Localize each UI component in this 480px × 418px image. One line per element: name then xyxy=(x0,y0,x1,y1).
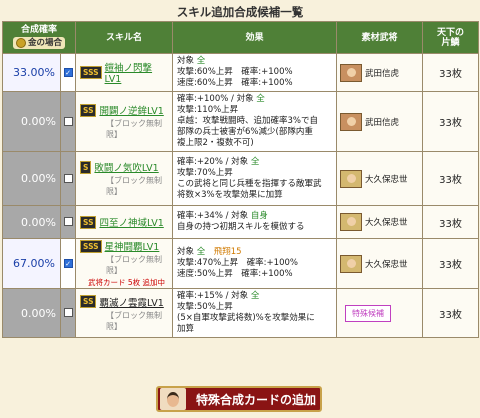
count-header: 天下の 片鱗 xyxy=(422,21,480,54)
rank-badge: SS xyxy=(80,103,97,117)
gold-toggle[interactable]: 金の場合 xyxy=(13,36,66,49)
general-portrait xyxy=(340,254,363,273)
count-cell: 33枚 xyxy=(422,151,480,206)
count-cell: 33枚 xyxy=(422,238,480,289)
skill-note: 【ブロック無制限】 xyxy=(106,310,163,331)
material-name: 大久保忠世 xyxy=(365,259,408,270)
skill-note: 【ブロック無制限】 xyxy=(106,119,163,139)
skill-cell: S 敗闘ノ気吹LV1 【ブロック無制限】 xyxy=(75,151,174,206)
rate-cell: 0.00% xyxy=(2,288,61,338)
material-cell: 特殊候補 xyxy=(336,288,424,338)
material-name: 武田信虎 xyxy=(365,68,400,79)
add-special-card-button[interactable]: 特殊合成カードの追加 xyxy=(156,386,322,412)
skill-name-link[interactable]: 覇滅ノ雲霞LV1 xyxy=(99,295,163,309)
skill-cell: SSS 星神闘覇LV1 【ブロック無制限】 武将カード 5枚 追加中 xyxy=(75,238,174,289)
material-cell: 武田信虎 xyxy=(336,91,424,152)
candidate-table: 合成確率 金の場合 スキル名 効果 素材武将 天下の 片鱗 33.00% ✓ SSS… xyxy=(1,21,480,338)
card-added-note: 武将カード 5枚 追加中 xyxy=(88,278,166,287)
rate-cell: 0.00% xyxy=(2,205,61,239)
select-checkbox[interactable] xyxy=(63,308,73,317)
select-checkbox[interactable] xyxy=(63,173,73,183)
skill-name-link[interactable]: 開闢ノ逆鉾LV1 xyxy=(99,103,163,117)
rank-badge: SS xyxy=(80,295,97,308)
material-name: 武田信虎 xyxy=(365,117,400,128)
skill-cell: SS 四至ノ神域LV1 xyxy=(75,205,174,239)
effect-header: 効果 xyxy=(172,21,338,54)
skill-name-link[interactable]: 敗闘ノ気吹LV1 xyxy=(94,160,158,174)
general-portrait xyxy=(340,63,363,82)
card-portrait-icon xyxy=(160,388,186,410)
general-portrait xyxy=(340,213,363,231)
skill-note: 【ブロック無制限】 xyxy=(106,176,163,196)
count-cell: 33枚 xyxy=(422,91,480,152)
skill-name-link[interactable]: 鎧袖ノ閃撃LV1 xyxy=(105,60,168,85)
table-row: 0.00% SS 覇滅ノ雲霞LV1 【ブロック無制限】 確率:+15% / 対象 … xyxy=(2,288,480,338)
select-checkbox[interactable] xyxy=(63,116,73,126)
table-row: 0.00% SS 四至ノ神域LV1 確率:+34% / 対象 自身 自身の持つ初期ス… xyxy=(2,205,480,239)
rank-badge: SSS xyxy=(80,66,102,79)
skill-cell: SS 覇滅ノ雲霞LV1 【ブロック無制限】 xyxy=(75,288,174,338)
select-checkbox[interactable]: ✓ xyxy=(63,67,73,77)
rank-badge: SS xyxy=(80,215,97,229)
page-title: スキル追加合成候補一覧 xyxy=(176,5,304,19)
general-portrait xyxy=(340,169,363,188)
rank-badge: S xyxy=(80,160,92,174)
count-cell: 33枚 xyxy=(422,53,480,92)
rank-badge: SSS xyxy=(80,239,102,253)
material-header: 素材武将 xyxy=(336,21,424,54)
table-row: 0.00% S 敗闘ノ気吹LV1 【ブロック無制限】 確率:+20% / 対象 全… xyxy=(2,151,480,206)
select-checkbox[interactable] xyxy=(63,217,73,226)
skill-note: 【ブロック無制限】 xyxy=(106,255,163,275)
table-row: 67.00% ✓ SSS 星神闘覇LV1 【ブロック無制限】 武将カード 5枚 追… xyxy=(2,238,480,289)
rate-cell: 0.00% xyxy=(2,91,61,152)
rate-cell: 33.00% xyxy=(2,53,61,92)
skill-name-link[interactable]: 四至ノ神域LV1 xyxy=(99,215,163,229)
count-cell: 33枚 xyxy=(422,288,480,338)
material-cell: 大久保忠世 xyxy=(336,238,424,289)
effect-cell: 確率:+34% / 対象 自身 自身の持つ初期スキルを模倣する xyxy=(172,205,338,239)
special-candidate-button[interactable]: 特殊候補 xyxy=(345,304,392,322)
material-cell: 大久保忠世 xyxy=(336,151,424,206)
count-cell: 33枚 xyxy=(422,205,480,239)
effect-cell: 確率:+20% / 対象 全攻撃:70%上昇 この武将と同じ兵種を指揮する敵軍武将… xyxy=(172,151,338,206)
effect-cell: 対象 全攻撃:60%上昇 確率:+100% 速度:60%上昇 確率:+100% xyxy=(172,53,338,92)
skill-header: スキル名 xyxy=(75,21,174,54)
skill-cell: SSS 鎧袖ノ閃撃LV1 xyxy=(75,53,174,92)
rate-header: 合成確率 金の場合 xyxy=(1,21,77,54)
table-row: 33.00% ✓ SSS 鎧袖ノ閃撃LV1 対象 全攻撃:60%上昇 確率:+10… xyxy=(2,53,480,92)
table-row: 0.00% SS 開闢ノ逆鉾LV1 【ブロック無制限】 確率:+100% / 対象… xyxy=(2,91,480,152)
skill-name-link[interactable]: 星神闘覇LV1 xyxy=(105,239,160,253)
select-checkbox[interactable]: ✓ xyxy=(63,258,73,268)
rate-cell: 0.00% xyxy=(2,151,61,206)
material-name: 大久保忠世 xyxy=(365,218,408,228)
material-name: 大久保忠世 xyxy=(365,174,408,185)
effect-cell: 確率:+100% / 対象 全攻撃:110%上昇 卓越：攻撃戦闘時、追加確率3%で… xyxy=(172,91,338,152)
general-portrait xyxy=(340,112,363,131)
material-cell: 大久保忠世 xyxy=(336,205,424,239)
gold-coin-icon xyxy=(16,37,26,48)
material-cell: 武田信虎 xyxy=(336,53,424,92)
effect-cell: 対象 全 飛翔15 攻撃:470%上昇 確率:+100% 速度:50%上昇 確率:+… xyxy=(172,238,338,289)
skill-cell: SS 開闢ノ逆鉾LV1 【ブロック無制限】 xyxy=(75,91,174,152)
rate-cell: 67.00% xyxy=(2,238,61,289)
effect-cell: 確率:+15% / 対象 全攻撃:50%上昇 (5×自軍攻撃武将数)%を攻撃効果に… xyxy=(172,288,338,338)
